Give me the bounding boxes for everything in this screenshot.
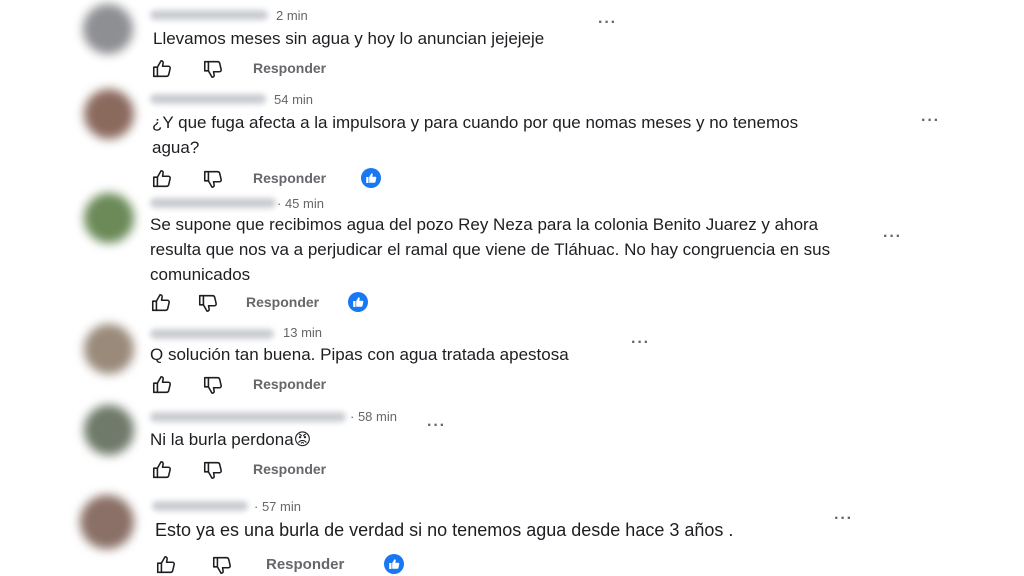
comment-item: · 57 min Esto ya es una burla de verdad … bbox=[0, 0, 1024, 576]
comment-actions: Responder bbox=[155, 554, 455, 576]
thumbs-down-icon[interactable] bbox=[211, 554, 233, 576]
author-name-blurred[interactable] bbox=[152, 501, 248, 511]
thumbs-up-icon[interactable] bbox=[155, 554, 177, 576]
avatar[interactable] bbox=[80, 495, 134, 549]
more-options-icon[interactable]: ··· bbox=[834, 510, 853, 528]
reply-button[interactable]: Responder bbox=[266, 556, 344, 573]
like-reaction-badge-icon[interactable] bbox=[384, 554, 404, 574]
comment-timestamp[interactable]: · 57 min bbox=[254, 499, 301, 514]
comment-text: Esto ya es una burla de verdad si no ten… bbox=[155, 520, 734, 540]
comments-panel: 2 min Llevamos meses sin agua y hoy lo a… bbox=[0, 0, 1024, 576]
